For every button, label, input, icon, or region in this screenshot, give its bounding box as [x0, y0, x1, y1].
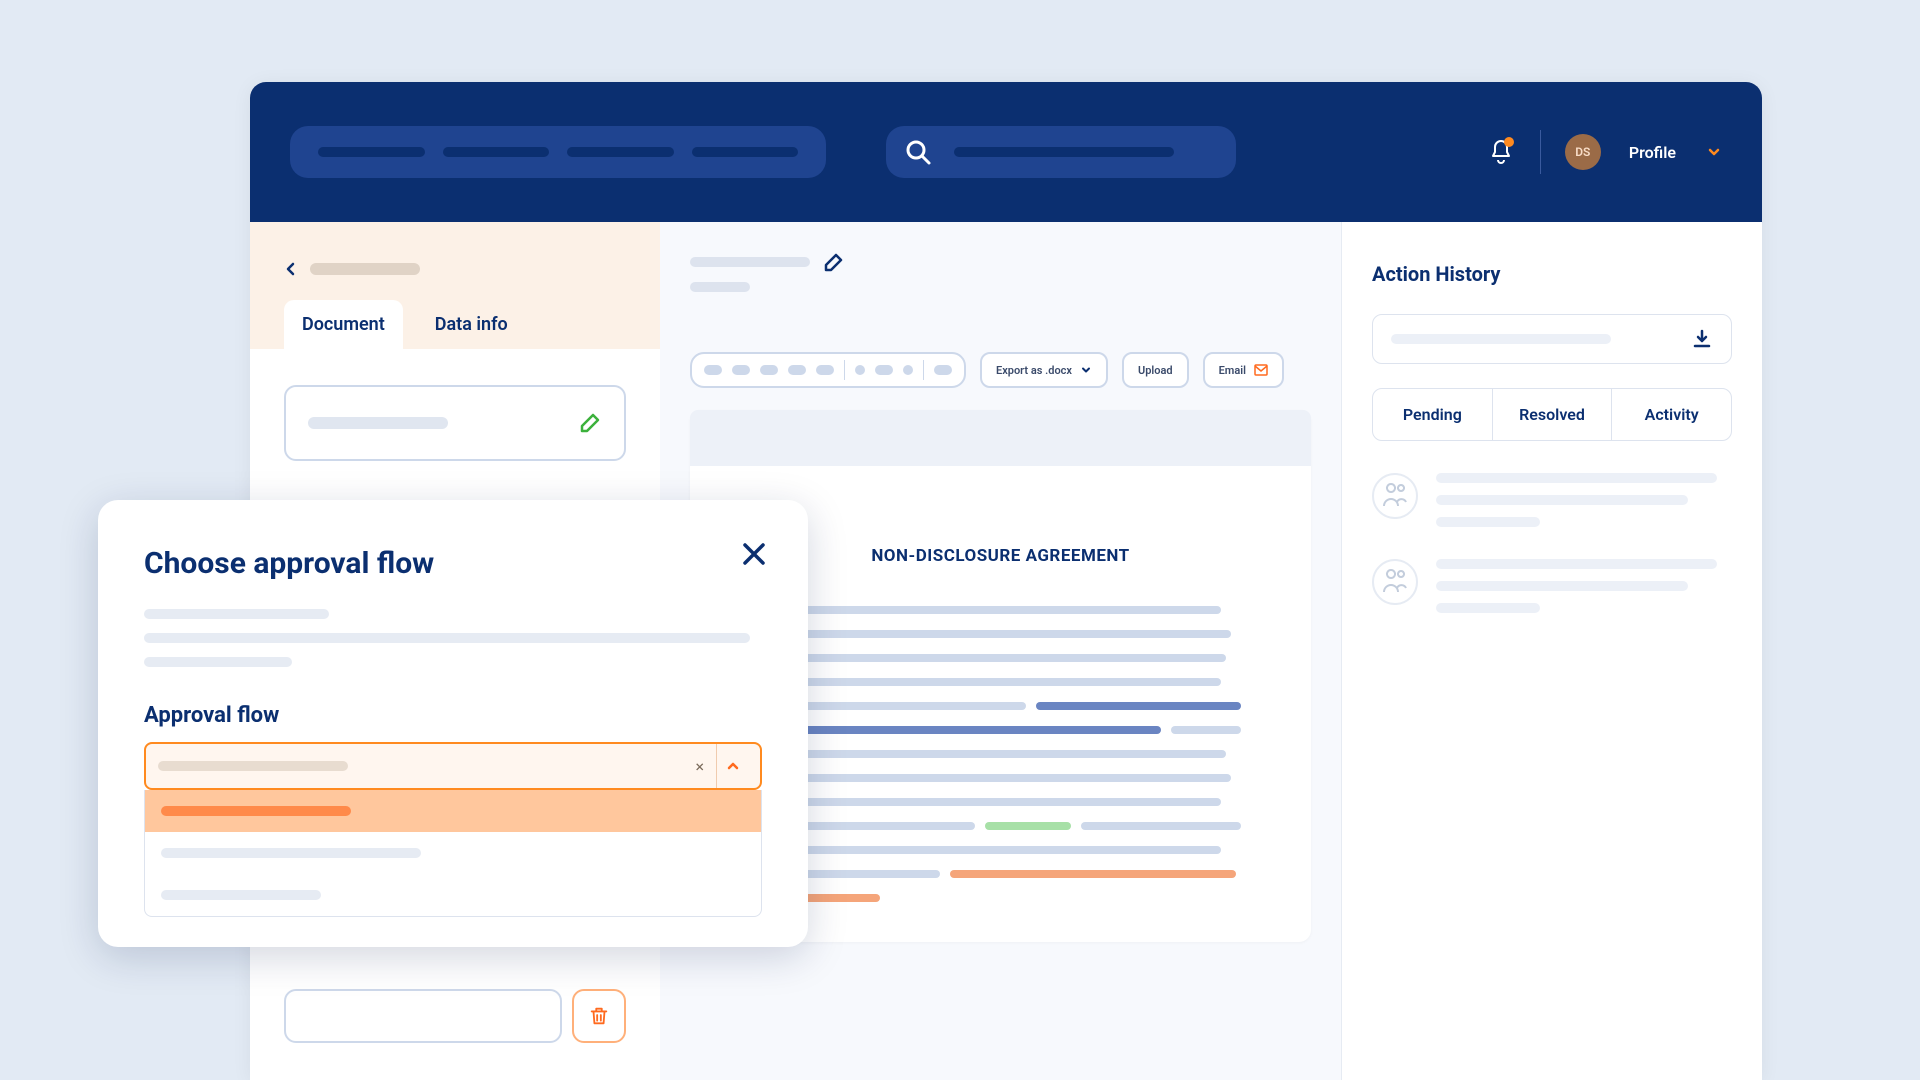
search-icon [904, 138, 932, 166]
email-label: Email [1219, 364, 1246, 377]
chevron-up-icon [726, 759, 740, 773]
edit-icon[interactable] [824, 252, 844, 272]
history-item[interactable] [1372, 559, 1732, 613]
document-title: NON-DISCLOSURE AGREEMENT [750, 546, 1251, 566]
edit-icon [578, 411, 602, 435]
tab-pending[interactable]: Pending [1373, 389, 1493, 440]
tab-document[interactable]: Document [284, 300, 403, 349]
export-label: Export as .docx [996, 364, 1072, 377]
tab-activity[interactable]: Activity [1612, 389, 1731, 440]
email-button[interactable]: Email [1203, 352, 1284, 388]
clear-button[interactable]: × [683, 757, 716, 776]
select-option[interactable] [145, 832, 761, 874]
notification-dot [1504, 137, 1514, 147]
tab-data-info[interactable]: Data info [417, 300, 526, 349]
download-icon [1691, 328, 1713, 350]
history-item[interactable] [1372, 473, 1732, 527]
upload-button[interactable]: Upload [1122, 352, 1189, 388]
export-button[interactable]: Export as .docx [980, 352, 1108, 388]
side-action[interactable] [284, 989, 562, 1043]
notifications-button[interactable] [1486, 137, 1516, 167]
select-option[interactable] [145, 874, 761, 916]
search-input[interactable] [886, 126, 1236, 178]
trash-icon [588, 1005, 610, 1027]
chevron-down-icon [1080, 364, 1092, 376]
chevron-left-icon [284, 262, 298, 276]
download-button[interactable] [1372, 314, 1732, 364]
field-label: Approval flow [144, 703, 762, 728]
title-field[interactable] [284, 385, 626, 461]
mail-icon [1254, 364, 1268, 376]
right-panel: Action History Pending Resolved Activity [1342, 222, 1762, 1080]
main-nav[interactable] [290, 126, 826, 178]
approval-flow-select[interactable]: × [144, 742, 762, 790]
user-avatar [1372, 559, 1418, 605]
close-button[interactable] [740, 540, 768, 568]
delete-button[interactable] [572, 989, 626, 1043]
document-body [750, 606, 1251, 902]
modal-title: Choose approval flow [144, 546, 762, 581]
people-icon [1381, 568, 1409, 596]
select-toggle[interactable] [716, 744, 748, 788]
back-button[interactable] [250, 222, 660, 300]
approval-flow-modal: Choose approval flow Approval flow × [98, 500, 808, 947]
upload-label: Upload [1138, 364, 1173, 377]
profile-menu[interactable]: Profile [1629, 143, 1676, 162]
chevron-down-icon [1706, 144, 1722, 160]
modal-description [144, 609, 762, 667]
formatting-toolbar[interactable] [690, 352, 966, 388]
avatar[interactable]: DS [1565, 134, 1601, 170]
close-icon [745, 545, 763, 563]
select-options [144, 790, 762, 917]
tab-resolved[interactable]: Resolved [1493, 389, 1613, 440]
user-avatar [1372, 473, 1418, 519]
panel-title: Action History [1372, 262, 1732, 286]
select-option[interactable] [145, 790, 761, 832]
topbar: DS Profile [250, 82, 1762, 222]
people-icon [1381, 482, 1409, 510]
